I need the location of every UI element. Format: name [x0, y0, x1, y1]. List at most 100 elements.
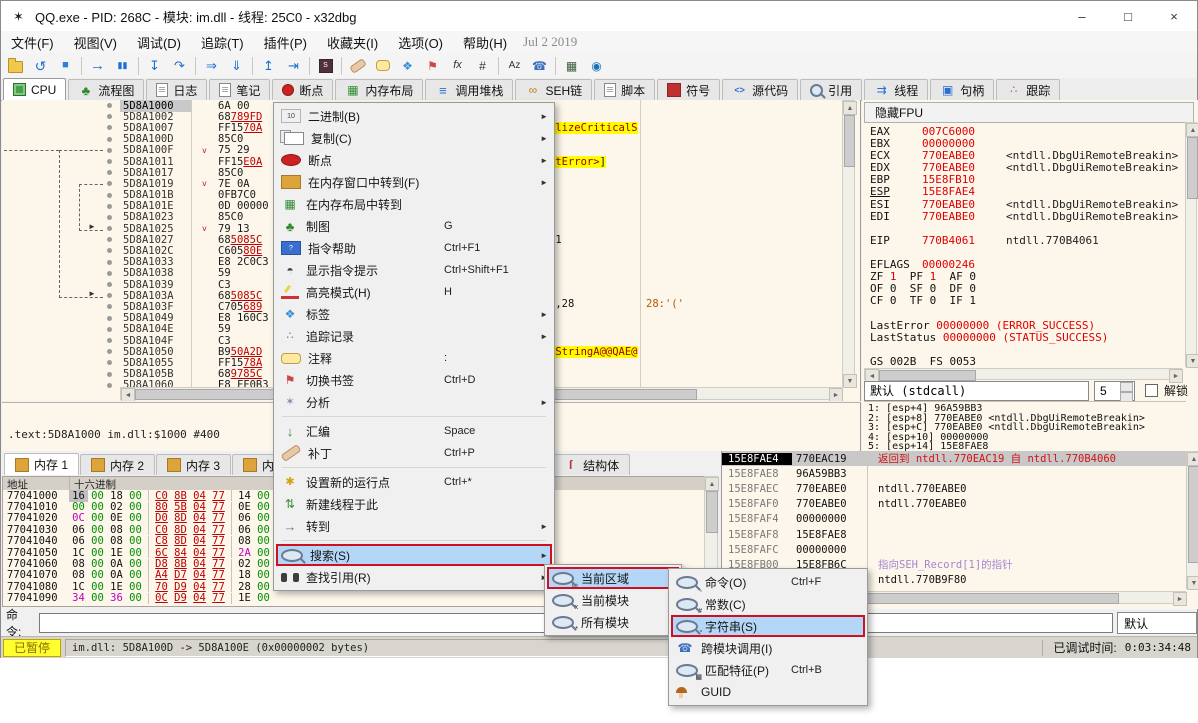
tab-log[interactable]: 日志 [146, 79, 207, 100]
calls-button[interactable]: ☎ [527, 55, 552, 77]
tab-memory-map[interactable]: ▦内存布局 [335, 79, 423, 100]
breakpoint-gutter-dot[interactable] [107, 260, 112, 265]
scroll-left-icon[interactable]: ◄ [121, 388, 135, 401]
breakpoint-gutter-dot[interactable] [107, 360, 112, 365]
menubar-item-options[interactable]: 选项(O) [388, 31, 453, 54]
scrollbar-thumb[interactable] [706, 491, 718, 533]
stack-row[interactable]: 15E8FAF400000000 [722, 512, 1198, 527]
menu-current-module[interactable]: x当前模块► [547, 589, 679, 611]
pause-button[interactable]: ▮▮ [110, 55, 135, 77]
menu-trace-record[interactable]: ∴追踪记录► [276, 325, 552, 347]
minimize-button[interactable]: – [1059, 1, 1105, 31]
scroll-up-icon[interactable]: ▲ [705, 477, 719, 491]
menu-follow-in-dump[interactable]: 在内存窗口中转到(F)► [276, 171, 552, 193]
menubar-item-plugins[interactable]: 插件(P) [254, 31, 317, 54]
stack-row[interactable]: 15E8FAFC00000000 [722, 542, 1198, 557]
bookmarks-button[interactable]: ⚑ [420, 55, 445, 77]
menu-comment[interactable]: 注释: [276, 347, 552, 369]
scroll-up-icon[interactable]: ▲ [1187, 452, 1198, 466]
update-button[interactable]: ◉ [584, 55, 609, 77]
menu-search[interactable]: 搜索(S)► [276, 544, 552, 566]
menubar-item-trace[interactable]: 追踪(T) [191, 31, 254, 54]
tab-source[interactable]: <>源代码 [722, 79, 798, 100]
menu-search-pattern[interactable]: ▦匹配特征(P)Ctrl+B [671, 659, 865, 681]
tab-seh[interactable]: ∞SEH链 [515, 79, 592, 100]
register-row[interactable]: CF 0 TF 0 IF 1 [870, 294, 1182, 306]
menu-instruction-help[interactable]: ?指令帮助Ctrl+F1 [276, 237, 552, 259]
breakpoint-gutter-dot[interactable] [107, 170, 112, 175]
command-dropdown[interactable]: 默认 [1117, 612, 1197, 634]
menu-highlight-mode[interactable]: 高亮模式(H)H [276, 281, 552, 303]
menu-current-region[interactable]: ▭当前区域► [547, 567, 679, 589]
breakpoint-gutter-dot[interactable] [107, 137, 112, 142]
tab-trace[interactable]: ∴跟踪 [996, 79, 1060, 100]
spacer-row[interactable] [870, 246, 1182, 258]
breakpoint-gutter-dot[interactable] [107, 215, 112, 220]
breakpoint-gutter-dot[interactable] [107, 349, 112, 354]
scroll-down-icon[interactable]: ▼ [1186, 354, 1198, 368]
breakpoint-gutter-dot[interactable] [107, 103, 112, 108]
menu-set-new-origin[interactable]: ✱设置新的运行点Ctrl+* [276, 471, 552, 493]
breakpoint-gutter-dot[interactable] [107, 159, 112, 164]
text-size-button[interactable]: Az [502, 55, 527, 77]
breakpoint-gutter-dot[interactable] [107, 282, 112, 287]
animate-over-button[interactable]: ⇓ [224, 55, 249, 77]
run-button[interactable]: → [85, 55, 110, 77]
close-debuggee-button[interactable]: ■ [53, 55, 78, 77]
menu-follow-in-memory-map[interactable]: ▦在内存布局中转到 [276, 193, 552, 215]
breakpoint-gutter-dot[interactable] [107, 327, 112, 332]
scroll-up-icon[interactable]: ▲ [1186, 123, 1198, 137]
tab-symbols[interactable]: 符号 [657, 79, 720, 100]
dump-tab-1[interactable]: 内存 1 [4, 453, 79, 475]
struct-tab[interactable]: ſ结构体 [552, 454, 630, 475]
registers-vertical-scrollbar[interactable]: ▲▼ [1185, 122, 1197, 367]
menu-graph[interactable]: ♣制图G [276, 215, 552, 237]
stack-row[interactable]: 15E8FAF0770EABE0ntdll.770EABE0 [722, 497, 1198, 512]
registers-horizontal-scrollbar[interactable]: ◄► [864, 368, 1182, 380]
menubar-item-debug[interactable]: 调试(D) [127, 31, 191, 54]
breakpoint-gutter-dot[interactable] [107, 226, 112, 231]
menu-intermodular-calls[interactable]: ☎跨模块调用(I) [671, 637, 865, 659]
tab-threads[interactable]: ⇉线程 [864, 79, 928, 100]
stack-row[interactable]: 15E8FAE896A59BB3 [722, 466, 1198, 481]
register-row[interactable]: EDX770EABE0<ntdll.DbgUiRemoteBreakin> [870, 161, 1182, 173]
tab-script[interactable]: 脚本 [594, 79, 655, 100]
register-row[interactable]: EAX007C6000 [870, 125, 1182, 137]
hash-button[interactable]: # [470, 55, 495, 77]
step-over-button[interactable]: ↷ [167, 55, 192, 77]
menu-find-references[interactable]: 查找引用(R)► [276, 566, 552, 588]
tab-call-stack[interactable]: ≡调用堆栈 [425, 79, 513, 100]
scroll-down-icon[interactable]: ▼ [1187, 576, 1198, 590]
dump-tab-2[interactable]: 内存 2 [80, 454, 155, 475]
scrollbar-thumb[interactable] [1188, 466, 1198, 563]
tab-graph[interactable]: ♣流程图 [68, 79, 144, 100]
menu-new-thread-here[interactable]: ⇅新建线程于此 [276, 493, 552, 515]
disasm-vertical-scrollbar[interactable]: ▲▼ [842, 100, 855, 387]
stack-row[interactable]: 15E8FAE4770EAC19返回到 ntdll.770EAC19 自 ntd… [722, 451, 1198, 466]
breakpoint-gutter-dot[interactable] [107, 293, 112, 298]
breakpoint-gutter-dot[interactable] [107, 372, 112, 377]
menu-goto[interactable]: →转到► [276, 515, 552, 537]
menu-breakpoint[interactable]: 断点► [276, 149, 552, 171]
scroll-down-icon[interactable]: ▼ [843, 374, 857, 388]
breakpoint-gutter-dot[interactable] [107, 383, 112, 388]
calling-convention-dropdown[interactable]: 默认 (stdcall) [864, 381, 1089, 401]
menubar-item-help[interactable]: 帮助(H) [453, 31, 517, 54]
stepper-arrows[interactable] [1120, 382, 1133, 402]
breakpoint-gutter-dot[interactable] [107, 181, 112, 186]
hide-fpu-button[interactable]: 隐藏FPU [864, 102, 1194, 123]
register-row[interactable]: ZF 1 PF 1 AF 0 [870, 270, 1182, 282]
comments-button[interactable] [370, 55, 395, 77]
breakpoint-gutter-dot[interactable] [107, 248, 112, 253]
register-row[interactable]: ESI770EABE0<ntdll.DbgUiRemoteBreakin> [870, 198, 1182, 210]
register-row[interactable]: EDI770EABE0<ntdll.DbgUiRemoteBreakin> [870, 210, 1182, 222]
menu-binary[interactable]: 10二进制(B)► [276, 105, 552, 127]
spacer-row[interactable] [870, 306, 1182, 318]
register-row[interactable]: GS 002B FS 0053 [870, 355, 1182, 367]
breakpoint-gutter-dot[interactable] [107, 316, 112, 321]
menu-search-string[interactable]: “字符串(S) [671, 615, 865, 637]
open-file-button[interactable] [3, 55, 28, 77]
menu-toggle-bookmark[interactable]: ⚑切换书签Ctrl+D [276, 369, 552, 391]
labels-button[interactable]: ❖ [395, 55, 420, 77]
menu-search-guid[interactable]: GUID [671, 681, 865, 703]
